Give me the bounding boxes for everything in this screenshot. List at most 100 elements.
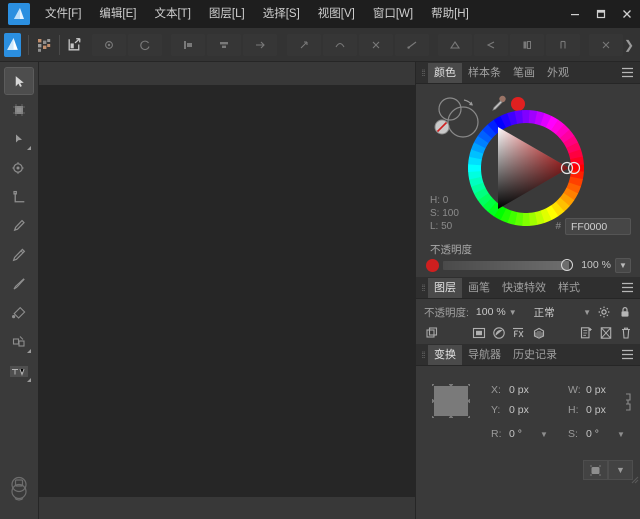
delete-layer-icon[interactable] [617, 325, 634, 341]
new-pixel-layer-icon[interactable] [597, 325, 614, 341]
field-h[interactable]: H: 0 px [568, 404, 606, 416]
tool-shape[interactable] [5, 329, 33, 355]
transform-corner-icon [12, 190, 27, 205]
tool-view[interactable] [3, 471, 35, 505]
export-persona-button[interactable] [66, 33, 83, 57]
toolbar-align-center-button[interactable] [207, 34, 241, 56]
link-ratio-icon[interactable] [623, 392, 633, 412]
toolbar-align-right-button[interactable] [243, 34, 277, 56]
toolbar-distribute-2-button[interactable] [323, 34, 357, 56]
menu-window[interactable]: 窗口[W] [364, 3, 422, 25]
tab-appearance[interactable]: 外观 [541, 63, 575, 83]
field-s[interactable]: S: 0 ° ▼ [568, 428, 625, 440]
opacity-color-swatch[interactable] [426, 259, 439, 272]
menu-view[interactable]: 视图[V] [309, 3, 364, 25]
opacity-value[interactable]: 100 % [573, 259, 611, 271]
toolbar-distribute-3-button[interactable] [359, 34, 393, 56]
gear-icon[interactable] [595, 304, 612, 320]
text-icon [9, 364, 29, 379]
tool-corner[interactable] [5, 155, 33, 181]
toolbar-boolean-add-button[interactable] [438, 34, 472, 56]
tab-layers[interactable]: 图层 [428, 278, 462, 298]
minimize-button[interactable] [562, 0, 588, 28]
opacity-slider[interactable] [443, 261, 569, 270]
designer-persona-button[interactable] [4, 33, 21, 57]
mask-layer-icon[interactable] [470, 325, 487, 341]
color-wheel[interactable] [468, 110, 584, 226]
document-canvas[interactable] [39, 85, 415, 497]
fx-layer-icon[interactable] [510, 325, 527, 341]
field-y[interactable]: Y: 0 px [491, 404, 529, 416]
opacity-dropdown-icon[interactable]: ▼ [615, 258, 631, 273]
tab-effects[interactable]: 快速特效 [496, 278, 552, 298]
layers-panel: ⁞⁞ 图层 画笔 快速特效 样式 不透明度: 100 % ▼ 正常 [416, 277, 640, 344]
layers-options-row: 不透明度: 100 % ▼ 正常 ▼ [416, 302, 640, 322]
panel-drag-handle[interactable]: ⁞⁞ [418, 283, 428, 293]
tool-pen[interactable] [5, 213, 33, 239]
w-label: W: [568, 384, 582, 396]
toolbar-overflow-button[interactable]: ❯ [624, 38, 634, 52]
toolbar-reset-button[interactable] [128, 34, 162, 56]
toolbar-boolean-subtract-button[interactable] [474, 34, 508, 56]
maximize-button[interactable] [588, 0, 614, 28]
tool-transform[interactable] [5, 184, 33, 210]
new-layer-icon[interactable] [577, 325, 594, 341]
toolbar-rotate-button[interactable] [92, 34, 126, 56]
menu-select[interactable]: 选择[S] [254, 3, 309, 25]
live-filter-icon[interactable] [530, 325, 547, 341]
toolbar-misc-button[interactable] [589, 34, 623, 56]
tool-node[interactable] [5, 126, 33, 152]
menu-text[interactable]: 文本[T] [145, 3, 199, 25]
duplicate-layers-icon[interactable] [423, 325, 440, 341]
panel-drag-handle[interactable]: ⁞⁞ [418, 350, 428, 360]
opacity-slider-knob[interactable] [561, 259, 573, 271]
tab-navigator[interactable]: 导航器 [462, 345, 507, 365]
tool-fill[interactable] [5, 300, 33, 326]
toolbar-align-left-button[interactable] [171, 34, 205, 56]
sat-label: S: [430, 208, 439, 219]
tab-styles[interactable]: 样式 [552, 278, 586, 298]
tool-vector-brush[interactable] [5, 271, 33, 297]
blend-mode-select[interactable]: 正常 ▼ [530, 304, 591, 321]
toolbar-boolean-divide-button[interactable] [546, 34, 580, 56]
anchor-point-selector[interactable] [434, 386, 468, 416]
layer-opacity-value[interactable]: 100 % ▼ [473, 304, 520, 320]
menu-edit[interactable]: 编辑[E] [90, 3, 145, 25]
toolbar-distribute-4-button[interactable] [395, 34, 429, 56]
chevron-down-icon[interactable]: ▼ [617, 430, 625, 439]
field-x[interactable]: X: 0 px [491, 384, 529, 396]
tab-color[interactable]: 颜色 [428, 63, 462, 83]
layers-panel-menu-icon[interactable] [621, 282, 634, 293]
tool-text[interactable] [5, 358, 33, 384]
transform-mode-button[interactable] [583, 460, 608, 480]
tab-brushes[interactable]: 画笔 [462, 278, 496, 298]
resize-grip[interactable] [630, 475, 639, 484]
tool-pencil[interactable] [5, 242, 33, 268]
field-w[interactable]: W: 0 px [568, 384, 606, 396]
menu-file[interactable]: 文件[F] [36, 3, 90, 25]
canvas-area[interactable] [39, 62, 415, 519]
panel-drag-handle[interactable]: ⁞⁞ [418, 68, 428, 78]
color-panel-menu-icon[interactable] [621, 67, 634, 78]
menu-help[interactable]: 帮助[H] [422, 3, 478, 25]
hue-value: 0 [443, 195, 449, 206]
chevron-down-icon[interactable]: ▼ [540, 430, 548, 439]
tab-stroke[interactable]: 笔画 [507, 63, 541, 83]
tab-transform[interactable]: 变换 [428, 345, 462, 365]
lock-icon[interactable] [616, 304, 633, 320]
tool-artboard[interactable] [5, 97, 33, 123]
transform-panel-menu-icon[interactable] [621, 349, 634, 360]
tool-move[interactable] [5, 68, 33, 94]
pencil-icon [11, 247, 27, 263]
toolbar-distribute-1-button[interactable] [287, 34, 321, 56]
toolbar-boolean-intersect-button[interactable] [510, 34, 544, 56]
pixel-persona-button[interactable] [36, 33, 52, 57]
current-color-swatch[interactable] [511, 97, 525, 111]
field-r[interactable]: R: 0 ° ▼ [491, 428, 548, 440]
tab-swatches[interactable]: 样本条 [462, 63, 507, 83]
hex-input[interactable]: FF0000 [565, 218, 631, 235]
tab-history[interactable]: 历史记录 [507, 345, 563, 365]
menu-layer[interactable]: 图层[L] [200, 3, 254, 25]
close-button[interactable] [614, 0, 640, 28]
adjustment-layer-icon[interactable] [490, 325, 507, 341]
